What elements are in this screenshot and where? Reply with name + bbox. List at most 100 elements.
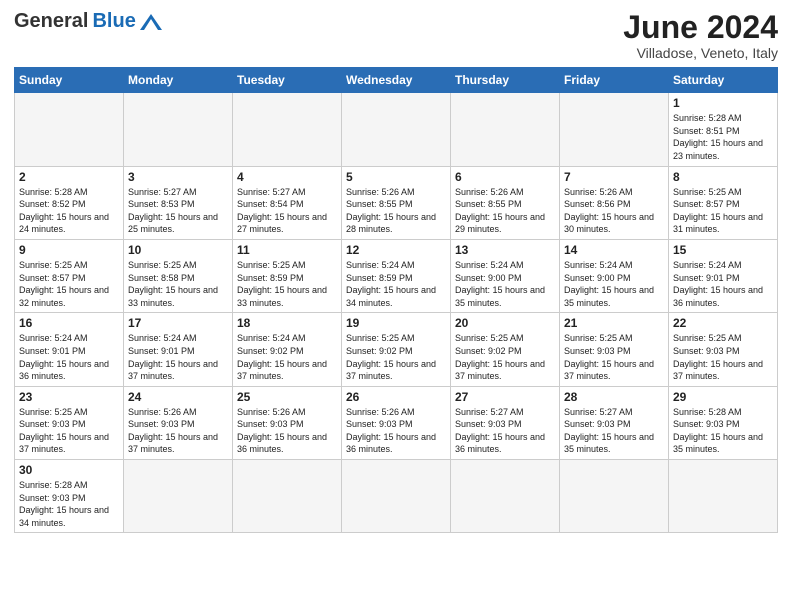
- day-info: Sunrise: 5:25 AM Sunset: 9:03 PM Dayligh…: [673, 332, 773, 382]
- logo-icon: [140, 14, 162, 30]
- day-number: 25: [237, 390, 337, 404]
- table-row: 3 Sunrise: 5:27 AM Sunset: 8:53 PM Daylig…: [124, 166, 233, 239]
- logo-general: General: [14, 10, 88, 33]
- day-info: Sunrise: 5:27 AM Sunset: 8:53 PM Dayligh…: [128, 186, 228, 236]
- table-row: 30Sunrise: 5:28 AM Sunset: 9:03 PM Dayli…: [15, 460, 124, 533]
- table-row: [451, 460, 560, 533]
- table-row: 12Sunrise: 5:24 AM Sunset: 8:59 PM Dayli…: [342, 239, 451, 312]
- page: General Blue June 2024 Villadose, Veneto…: [0, 0, 792, 543]
- day-info: Sunrise: 5:24 AM Sunset: 9:00 PM Dayligh…: [455, 259, 555, 309]
- day-info: Sunrise: 5:26 AM Sunset: 8:56 PM Dayligh…: [564, 186, 664, 236]
- day-number: 26: [346, 390, 446, 404]
- table-row: 9 Sunrise: 5:25 AM Sunset: 8:57 PM Daylig…: [15, 239, 124, 312]
- day-number: 11: [237, 243, 337, 257]
- month-title: June 2024: [623, 10, 778, 45]
- header-monday: Monday: [124, 68, 233, 93]
- day-info: Sunrise: 5:27 AM Sunset: 9:03 PM Dayligh…: [455, 406, 555, 456]
- logo-blue: Blue: [92, 10, 135, 33]
- day-number: 13: [455, 243, 555, 257]
- header-tuesday: Tuesday: [233, 68, 342, 93]
- day-number: 5: [346, 170, 446, 184]
- table-row: [233, 93, 342, 166]
- table-row: 15 Sunrise: 5:24 AM Sunset: 9:01 PM Dayli…: [669, 239, 778, 312]
- day-info: Sunrise: 5:25 AM Sunset: 8:57 PM Dayligh…: [673, 186, 773, 236]
- table-row: 17Sunrise: 5:24 AM Sunset: 9:01 PM Dayli…: [124, 313, 233, 386]
- location-subtitle: Villadose, Veneto, Italy: [623, 45, 778, 61]
- table-row: 16 Sunrise: 5:24 AM Sunset: 9:01 PM Dayli…: [15, 313, 124, 386]
- day-number: 7: [564, 170, 664, 184]
- day-info: Sunrise: 5:25 AM Sunset: 8:57 PM Dayligh…: [19, 259, 119, 309]
- header: General Blue June 2024 Villadose, Veneto…: [14, 10, 778, 61]
- table-row: 2Sunrise: 5:28 AM Sunset: 8:52 PM Daylig…: [15, 166, 124, 239]
- day-info: Sunrise: 5:27 AM Sunset: 9:03 PM Dayligh…: [564, 406, 664, 456]
- table-row: [451, 93, 560, 166]
- day-number: 16: [19, 316, 119, 330]
- day-number: 15: [673, 243, 773, 257]
- day-number: 12: [346, 243, 446, 257]
- day-number: 6: [455, 170, 555, 184]
- table-row: 5 Sunrise: 5:26 AM Sunset: 8:55 PM Daylig…: [342, 166, 451, 239]
- calendar-table: Sunday Monday Tuesday Wednesday Thursday…: [14, 67, 778, 533]
- day-info: Sunrise: 5:25 AM Sunset: 9:02 PM Dayligh…: [455, 332, 555, 382]
- day-info: Sunrise: 5:24 AM Sunset: 9:01 PM Dayligh…: [19, 332, 119, 382]
- table-row: 4 Sunrise: 5:27 AM Sunset: 8:54 PM Daylig…: [233, 166, 342, 239]
- table-row: [15, 93, 124, 166]
- day-info: Sunrise: 5:24 AM Sunset: 9:02 PM Dayligh…: [237, 332, 337, 382]
- day-number: 3: [128, 170, 228, 184]
- table-row: 10 Sunrise: 5:25 AM Sunset: 8:58 PM Dayli…: [124, 239, 233, 312]
- day-number: 29: [673, 390, 773, 404]
- table-row: 11 Sunrise: 5:25 AM Sunset: 8:59 PM Dayli…: [233, 239, 342, 312]
- day-number: 9: [19, 243, 119, 257]
- day-info: Sunrise: 5:25 AM Sunset: 9:02 PM Dayligh…: [346, 332, 446, 382]
- table-row: 1 Sunrise: 5:28 AM Sunset: 8:51 PM Daylig…: [669, 93, 778, 166]
- day-number: 18: [237, 316, 337, 330]
- day-info: Sunrise: 5:24 AM Sunset: 9:00 PM Dayligh…: [564, 259, 664, 309]
- day-info: Sunrise: 5:25 AM Sunset: 8:58 PM Dayligh…: [128, 259, 228, 309]
- day-number: 22: [673, 316, 773, 330]
- day-number: 2: [19, 170, 119, 184]
- table-row: 22 Sunrise: 5:25 AM Sunset: 9:03 PM Dayli…: [669, 313, 778, 386]
- table-row: 8 Sunrise: 5:25 AM Sunset: 8:57 PM Daylig…: [669, 166, 778, 239]
- table-row: 19 Sunrise: 5:25 AM Sunset: 9:02 PM Dayli…: [342, 313, 451, 386]
- header-saturday: Saturday: [669, 68, 778, 93]
- day-info: Sunrise: 5:26 AM Sunset: 9:03 PM Dayligh…: [128, 406, 228, 456]
- header-sunday: Sunday: [15, 68, 124, 93]
- day-number: 14: [564, 243, 664, 257]
- day-number: 1: [673, 96, 773, 110]
- day-info: Sunrise: 5:26 AM Sunset: 9:03 PM Dayligh…: [346, 406, 446, 456]
- table-row: [342, 93, 451, 166]
- table-row: [669, 460, 778, 533]
- day-info: Sunrise: 5:28 AM Sunset: 9:03 PM Dayligh…: [673, 406, 773, 456]
- day-number: 28: [564, 390, 664, 404]
- table-row: 7 Sunrise: 5:26 AM Sunset: 8:56 PM Daylig…: [560, 166, 669, 239]
- day-info: Sunrise: 5:25 AM Sunset: 9:03 PM Dayligh…: [19, 406, 119, 456]
- day-info: Sunrise: 5:27 AM Sunset: 8:54 PM Dayligh…: [237, 186, 337, 236]
- day-info: Sunrise: 5:26 AM Sunset: 8:55 PM Dayligh…: [346, 186, 446, 236]
- day-number: 10: [128, 243, 228, 257]
- day-number: 19: [346, 316, 446, 330]
- table-row: 18 Sunrise: 5:24 AM Sunset: 9:02 PM Dayli…: [233, 313, 342, 386]
- calendar-header: Sunday Monday Tuesday Wednesday Thursday…: [15, 68, 778, 93]
- table-row: [124, 460, 233, 533]
- table-row: 24Sunrise: 5:26 AM Sunset: 9:03 PM Dayli…: [124, 386, 233, 459]
- table-row: 14 Sunrise: 5:24 AM Sunset: 9:00 PM Dayli…: [560, 239, 669, 312]
- logo-area: General Blue: [14, 10, 162, 33]
- day-info: Sunrise: 5:24 AM Sunset: 9:01 PM Dayligh…: [673, 259, 773, 309]
- header-friday: Friday: [560, 68, 669, 93]
- day-info: Sunrise: 5:26 AM Sunset: 8:55 PM Dayligh…: [455, 186, 555, 236]
- table-row: 26 Sunrise: 5:26 AM Sunset: 9:03 PM Dayli…: [342, 386, 451, 459]
- day-info: Sunrise: 5:24 AM Sunset: 9:01 PM Dayligh…: [128, 332, 228, 382]
- day-number: 4: [237, 170, 337, 184]
- table-row: [560, 93, 669, 166]
- header-wednesday: Wednesday: [342, 68, 451, 93]
- table-row: [560, 460, 669, 533]
- day-info: Sunrise: 5:28 AM Sunset: 8:51 PM Dayligh…: [673, 112, 773, 162]
- table-row: [124, 93, 233, 166]
- day-number: 30: [19, 463, 119, 477]
- table-row: 28 Sunrise: 5:27 AM Sunset: 9:03 PM Dayli…: [560, 386, 669, 459]
- day-info: Sunrise: 5:25 AM Sunset: 8:59 PM Dayligh…: [237, 259, 337, 309]
- day-info: Sunrise: 5:26 AM Sunset: 9:03 PM Dayligh…: [237, 406, 337, 456]
- table-row: [233, 460, 342, 533]
- day-number: 8: [673, 170, 773, 184]
- table-row: 21Sunrise: 5:25 AM Sunset: 9:03 PM Dayli…: [560, 313, 669, 386]
